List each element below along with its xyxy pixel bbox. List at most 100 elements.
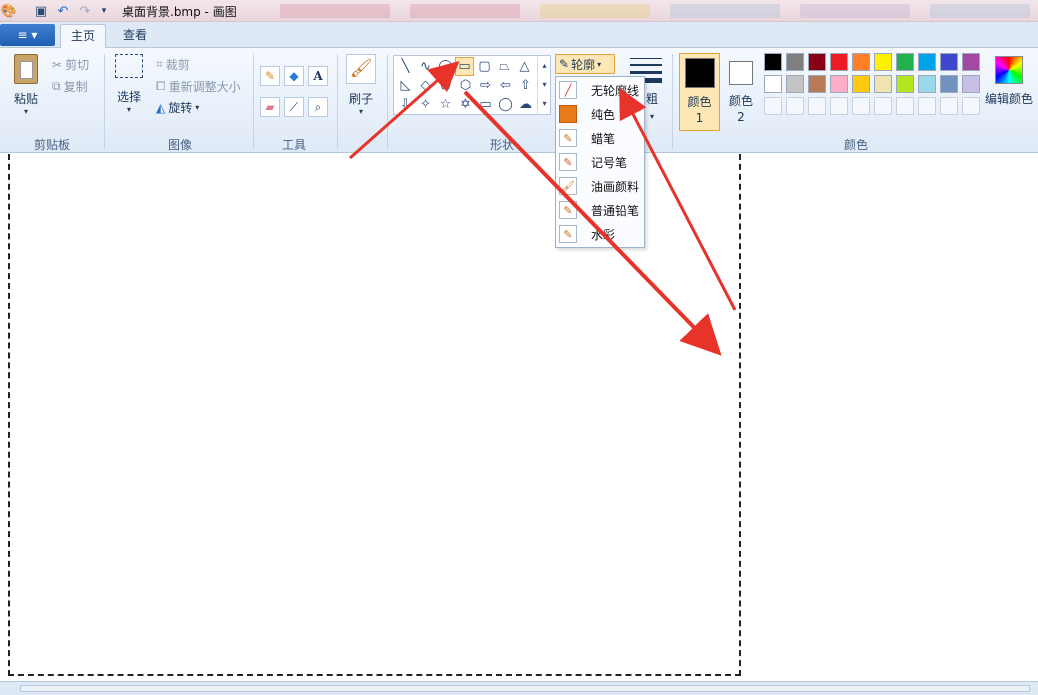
cloud-callout-shape-icon[interactable]: ☁ bbox=[516, 95, 535, 114]
custom-color-slot[interactable] bbox=[940, 97, 958, 115]
outline-menu-item[interactable]: 🖌 油画颜料 bbox=[556, 174, 645, 198]
rotate-button[interactable]: ◭ 旋转 ▾ bbox=[156, 99, 199, 116]
custom-color-slot[interactable] bbox=[874, 97, 892, 115]
custom-color-slot[interactable] bbox=[764, 97, 782, 115]
outline-menu-item[interactable]: ✎ 蜡笔 bbox=[556, 126, 645, 150]
palette-swatch[interactable] bbox=[786, 53, 804, 71]
palette-swatch[interactable] bbox=[764, 75, 782, 93]
palette-swatch[interactable] bbox=[808, 53, 826, 71]
six-point-star-shape-icon[interactable]: ✡ bbox=[456, 95, 475, 114]
pentagon-shape-icon[interactable]: ⬠ bbox=[436, 76, 455, 95]
palette-swatch[interactable] bbox=[786, 75, 804, 93]
cut-button[interactable]: ✂ 剪切 bbox=[52, 56, 89, 73]
edit-colors-button[interactable]: 编辑颜色 bbox=[984, 56, 1034, 107]
curve-shape-icon[interactable]: ∿ bbox=[416, 57, 435, 76]
palette-swatch[interactable] bbox=[896, 53, 914, 71]
paste-icon bbox=[14, 54, 38, 84]
palette-swatch[interactable] bbox=[940, 53, 958, 71]
color1-swatch bbox=[684, 58, 715, 88]
save-icon[interactable]: ▣ bbox=[33, 3, 49, 19]
fill-bucket-icon[interactable]: ◆ bbox=[284, 66, 304, 86]
palette-swatch[interactable] bbox=[852, 53, 870, 71]
palette-swatch[interactable] bbox=[808, 75, 826, 93]
color1-button[interactable]: 颜色 1 bbox=[679, 53, 720, 131]
rounded-callout-shape-icon[interactable]: ▭ bbox=[476, 95, 495, 114]
resize-button[interactable]: ⧠ 重新调整大小 bbox=[156, 78, 241, 95]
paste-button[interactable]: 粘贴 ▾ bbox=[8, 54, 44, 126]
outline-menu-item[interactable]: ✎ 水彩 bbox=[556, 222, 645, 246]
undo-icon[interactable]: ↶ bbox=[55, 3, 71, 19]
palette-swatch[interactable] bbox=[940, 75, 958, 93]
blurred-taskbar-item bbox=[670, 4, 780, 18]
outline-menu-item[interactable]: ✎ 普通铅笔 bbox=[556, 198, 645, 222]
custom-color-slot[interactable] bbox=[786, 97, 804, 115]
eraser-icon[interactable]: ▰ bbox=[260, 97, 280, 117]
rounded-rectangle-shape-icon[interactable]: ▢ bbox=[475, 57, 494, 76]
text-tool-icon[interactable]: A bbox=[308, 66, 328, 86]
right-triangle-shape-icon[interactable]: ◺ bbox=[396, 76, 415, 95]
select-button[interactable]: 选择 ▾ bbox=[110, 54, 148, 126]
palette-swatch[interactable] bbox=[852, 75, 870, 93]
app-menu-button[interactable]: ≡ ▾ bbox=[0, 24, 55, 46]
palette-swatch[interactable] bbox=[874, 75, 892, 93]
color-picker-icon[interactable]: ⟋ bbox=[284, 97, 304, 117]
redo-icon[interactable]: ↷ bbox=[77, 3, 93, 19]
group-divider bbox=[672, 54, 673, 149]
rectangle-shape-icon[interactable]: ▭ bbox=[455, 57, 474, 76]
outline-menu-item[interactable]: ╱ 无轮廓线 bbox=[556, 78, 645, 102]
outline-button[interactable]: ✎ 轮廓 ▾ bbox=[555, 54, 615, 74]
palette-swatch[interactable] bbox=[962, 75, 980, 93]
palette-swatch[interactable] bbox=[830, 53, 848, 71]
palette-swatch[interactable] bbox=[896, 75, 914, 93]
palette-swatch[interactable] bbox=[918, 75, 936, 93]
right-arrow-shape-icon[interactable]: ⇨ bbox=[476, 76, 495, 95]
palette-swatch[interactable] bbox=[918, 53, 936, 71]
crayon-icon: ✎ bbox=[559, 129, 577, 147]
oval-callout-shape-icon[interactable]: ◯ bbox=[496, 95, 515, 114]
hexagon-shape-icon[interactable]: ⬡ bbox=[456, 76, 475, 95]
triangle-shape-icon[interactable]: △ bbox=[515, 57, 534, 76]
customize-toolbar-icon[interactable]: ▾ bbox=[96, 3, 112, 19]
chevron-down-icon: ▾ bbox=[650, 112, 655, 121]
color2-button[interactable]: 颜色 2 bbox=[722, 53, 760, 131]
four-point-star-shape-icon[interactable]: ✧ bbox=[416, 95, 435, 114]
up-arrow-shape-icon[interactable]: ⇧ bbox=[516, 76, 535, 95]
line-shape-icon[interactable]: ╲ bbox=[396, 57, 415, 76]
marker-icon: ✎ bbox=[559, 153, 577, 171]
chevron-down-icon: ▾ bbox=[358, 107, 363, 116]
diamond-shape-icon[interactable]: ◇ bbox=[416, 76, 435, 95]
brushes-button[interactable]: 🖌 刷子 ▾ bbox=[343, 54, 379, 126]
paint-app-icon[interactable]: 🎨 bbox=[1, 3, 17, 19]
ribbon-tab-row: ≡ ▾ 主页 查看 bbox=[0, 22, 1038, 48]
resize-icon: ⧠ bbox=[156, 79, 166, 93]
palette-swatch[interactable] bbox=[764, 53, 782, 71]
outline-menu-item[interactable]: 纯色 bbox=[556, 102, 645, 126]
palette-swatch[interactable] bbox=[830, 75, 848, 93]
copy-button[interactable]: ⧉ 复制 bbox=[52, 78, 88, 95]
horizontal-scrollbar[interactable] bbox=[20, 685, 1030, 692]
palette-swatch[interactable] bbox=[874, 53, 892, 71]
oval-shape-icon[interactable]: ◯ bbox=[436, 57, 455, 76]
down-arrow-shape-icon[interactable]: ⇩ bbox=[396, 95, 415, 114]
brush-icon: 🖌 bbox=[346, 54, 376, 84]
custom-color-slot[interactable] bbox=[852, 97, 870, 115]
tab-view[interactable]: 查看 bbox=[112, 24, 158, 48]
custom-color-slot[interactable] bbox=[896, 97, 914, 115]
pencil-icon[interactable]: ✎ bbox=[260, 66, 280, 86]
canvas-right-handle[interactable] bbox=[738, 154, 742, 676]
polygon-shape-icon[interactable]: ⏢ bbox=[495, 57, 514, 76]
crop-button[interactable]: ⌗ 裁剪 bbox=[156, 56, 190, 73]
custom-color-slot[interactable] bbox=[830, 97, 848, 115]
blurred-taskbar-item bbox=[410, 4, 520, 18]
pencil-icon: ✎ bbox=[559, 201, 577, 219]
five-point-star-shape-icon[interactable]: ☆ bbox=[436, 95, 455, 114]
custom-color-slot[interactable] bbox=[962, 97, 980, 115]
outline-menu-item[interactable]: ✎ 记号笔 bbox=[556, 150, 645, 174]
palette-swatch[interactable] bbox=[962, 53, 980, 71]
custom-color-slot[interactable] bbox=[808, 97, 826, 115]
shapes-scroll[interactable]: ▴ ▾ ▾ bbox=[537, 56, 551, 114]
tab-home[interactable]: 主页 bbox=[60, 24, 106, 48]
magnifier-icon[interactable]: ⌕ bbox=[308, 97, 328, 117]
left-arrow-shape-icon[interactable]: ⇦ bbox=[496, 76, 515, 95]
custom-color-slot[interactable] bbox=[918, 97, 936, 115]
